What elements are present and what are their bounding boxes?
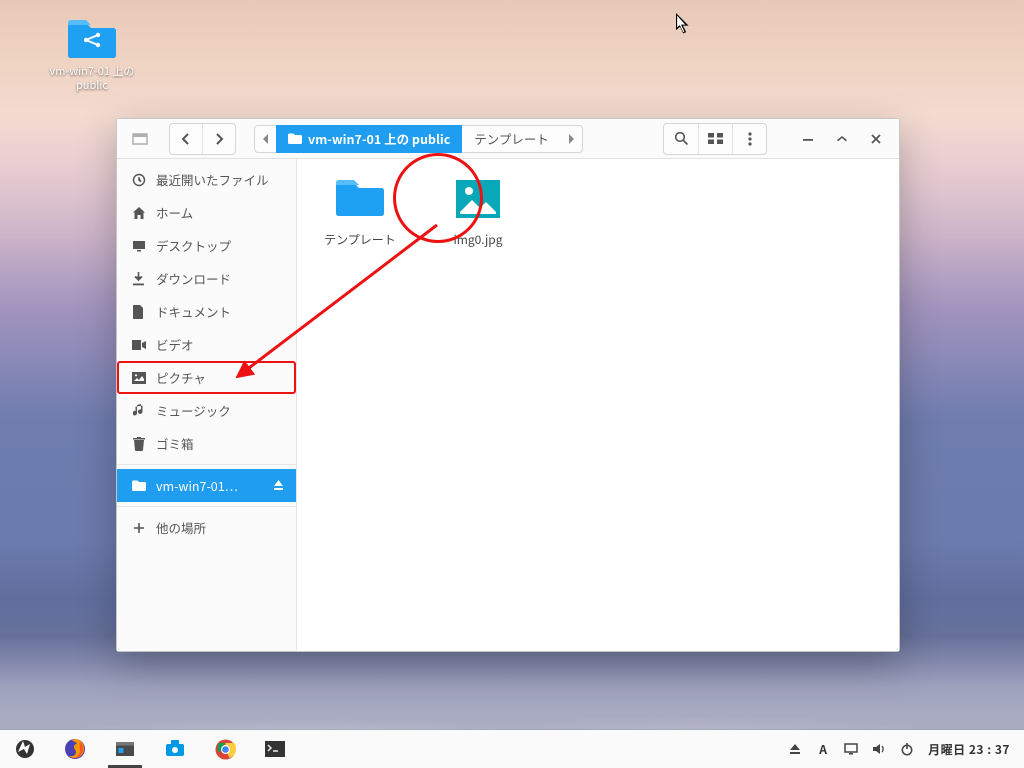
breadcrumb-next[interactable] [561, 125, 583, 153]
sidebar-item-music[interactable]: ミュージック [117, 394, 296, 427]
desktop-icon-label: vm-win7-01 上の public [48, 64, 136, 93]
mouse-cursor-icon [676, 13, 692, 33]
folder-icon [288, 133, 302, 145]
file-label: テンプレート [315, 231, 405, 248]
taskbar-chrome[interactable] [200, 730, 250, 768]
breadcrumb-segment-templates[interactable]: テンプレート [462, 125, 561, 153]
sidebar-item-label: デスクトップ [156, 236, 231, 255]
sidebar-item-home[interactable]: ホーム [117, 196, 296, 229]
sidebar-item-label: ドキュメント [156, 302, 231, 321]
breadcrumb: vm-win7-01 上の public テンプレート [254, 124, 583, 154]
folder-icon [334, 173, 386, 225]
sidebar-item-pictures[interactable]: ピクチャ [117, 361, 296, 394]
search-button[interactable] [664, 124, 698, 154]
sidebar-item-mounted-share[interactable]: vm-win7-01… [117, 469, 296, 502]
sidebar-item-videos[interactable]: ビデオ [117, 328, 296, 361]
file-item-img0[interactable]: img0.jpg [433, 173, 523, 248]
picture-icon [131, 370, 146, 385]
file-label: img0.jpg [433, 231, 523, 248]
sidebar-item-recent[interactable]: 最近開いたファイル [117, 163, 296, 196]
back-button[interactable] [170, 124, 202, 154]
taskbar-terminal[interactable] [250, 730, 300, 768]
taskbar-files[interactable] [100, 730, 150, 768]
video-icon [131, 337, 146, 352]
breadcrumb-segment-current[interactable]: vm-win7-01 上の public [276, 125, 462, 153]
menu-button[interactable] [732, 124, 766, 154]
document-icon [131, 304, 146, 319]
forward-button[interactable] [203, 124, 235, 154]
view-toggle-button[interactable] [698, 124, 732, 154]
sidebar-item-label: ダウンロード [156, 269, 231, 288]
breadcrumb-prev[interactable] [254, 125, 276, 153]
sidebar-item-label: 最近開いたファイル [156, 170, 269, 189]
file-pane[interactable]: テンプレート img0.jpg [297, 159, 899, 651]
taskbar-clock[interactable]: 月曜日 23 : 37 [928, 741, 1010, 758]
maximize-button[interactable] [827, 124, 857, 154]
start-menu-button[interactable] [0, 730, 50, 768]
file-item-templates-folder[interactable]: テンプレート [315, 173, 405, 248]
sidebar-item-trash[interactable]: ゴミ箱 [117, 427, 296, 460]
plus-icon [131, 520, 146, 535]
sidebar-item-label: vm-win7-01… [156, 476, 238, 495]
breadcrumb-next-label: テンプレート [474, 129, 549, 148]
close-button[interactable] [861, 124, 891, 154]
folder-icon [131, 478, 146, 493]
tray-display-icon[interactable] [844, 742, 858, 756]
sidebar-item-label: ゴミ箱 [156, 434, 194, 453]
trash-icon [131, 436, 146, 451]
desktop: vm-win7-01 上の public [0, 0, 1024, 768]
sidebar-item-other-locations[interactable]: 他の場所 [117, 511, 296, 544]
image-file-icon [452, 173, 504, 225]
sidebar-divider [117, 506, 296, 507]
sidebar-item-label: 他の場所 [156, 518, 206, 537]
desktop-icon-public-share[interactable]: vm-win7-01 上の public [48, 18, 136, 93]
sidebar-item-label: ミュージック [156, 401, 231, 420]
desktop-icon [131, 238, 146, 253]
sidebar-item-label: ホーム [156, 203, 193, 222]
sidebar-item-label: ビデオ [156, 335, 194, 354]
tray-volume-icon[interactable] [872, 742, 886, 756]
taskbar-software[interactable] [150, 730, 200, 768]
taskbar: A 月曜日 23 : 37 [0, 730, 1024, 768]
sidebar-item-downloads[interactable]: ダウンロード [117, 262, 296, 295]
sidebar: 最近開いたファイル ホーム デスクトップ ダウンロード ドキュメント [117, 159, 297, 651]
new-window-icon [125, 124, 155, 154]
clock-icon [131, 172, 146, 187]
eject-icon[interactable] [271, 478, 286, 493]
file-manager-window: vm-win7-01 上の public テンプレート [116, 118, 900, 652]
sidebar-item-label: ピクチャ [156, 368, 206, 387]
tray-eject-icon[interactable] [788, 742, 802, 756]
breadcrumb-current-label: vm-win7-01 上の public [308, 129, 450, 148]
download-icon [131, 271, 146, 286]
sidebar-item-documents[interactable]: ドキュメント [117, 295, 296, 328]
sidebar-divider [117, 464, 296, 465]
titlebar: vm-win7-01 上の public テンプレート [117, 119, 899, 159]
home-icon [131, 205, 146, 220]
folder-share-icon [66, 18, 118, 60]
minimize-button[interactable] [793, 124, 823, 154]
toolbar-right-group [663, 123, 767, 155]
music-icon [131, 403, 146, 418]
tray-input-method[interactable]: A [816, 742, 830, 756]
tray-power-icon[interactable] [900, 742, 914, 756]
sidebar-item-desktop[interactable]: デスクトップ [117, 229, 296, 262]
taskbar-firefox[interactable] [50, 730, 100, 768]
